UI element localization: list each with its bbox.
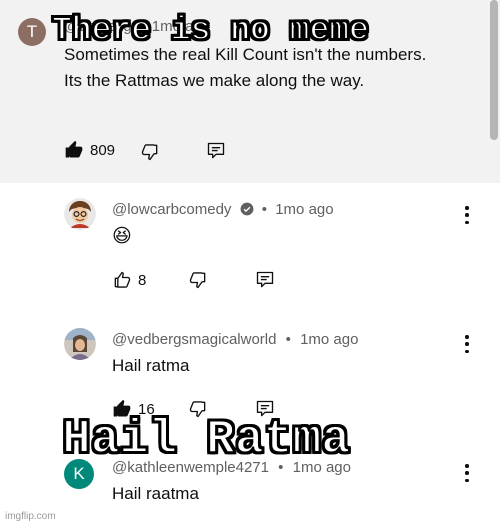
reply-text: 😆 (112, 226, 132, 247)
more-options-icon[interactable] (464, 464, 470, 482)
like-button[interactable]: 809 (64, 140, 115, 160)
meme-bottom-caption: Hail Ratma (61, 412, 351, 468)
reply-icon[interactable] (255, 270, 275, 290)
reply-author[interactable]: @vedbergsmagicalworld (112, 331, 276, 348)
avatar[interactable] (64, 328, 96, 360)
reply-meta: @vedbergsmagicalworld • 1mo ago (112, 331, 358, 348)
reply-time[interactable]: 1mo ago (300, 331, 358, 348)
comment-text: Sometimes the real Kill Count isn't the … (64, 45, 427, 90)
imgflip-watermark: imgflip.com (5, 511, 56, 522)
like-count: 809 (90, 141, 116, 159)
reply-text: Hail ratma (112, 356, 190, 375)
more-options-icon[interactable] (464, 335, 470, 353)
avatar[interactable] (64, 198, 96, 230)
separator: • (285, 331, 291, 348)
avatar[interactable]: T (18, 18, 46, 46)
thumbs-up-filled-icon (65, 140, 83, 158)
reply-text: Hail raatma (112, 484, 199, 503)
more-options-icon[interactable] (464, 206, 470, 224)
separator: • (261, 201, 268, 218)
thumbs-down-icon[interactable] (140, 142, 160, 162)
scrollbar[interactable] (490, 0, 498, 140)
reply-meta: @lowcarbcomedy • 1mo ago (112, 201, 334, 218)
like-button[interactable]: 8 (112, 270, 146, 290)
verified-icon (240, 202, 254, 216)
like-count: 8 (138, 271, 147, 289)
reply-time[interactable]: 1mo ago (275, 201, 333, 218)
meme-top-caption: There is no meme (51, 11, 370, 50)
thumbs-up-icon (114, 271, 131, 288)
reply-author[interactable]: @lowcarbcomedy (112, 201, 231, 218)
thumbs-down-icon[interactable] (188, 270, 208, 290)
reply-icon[interactable] (206, 141, 226, 161)
